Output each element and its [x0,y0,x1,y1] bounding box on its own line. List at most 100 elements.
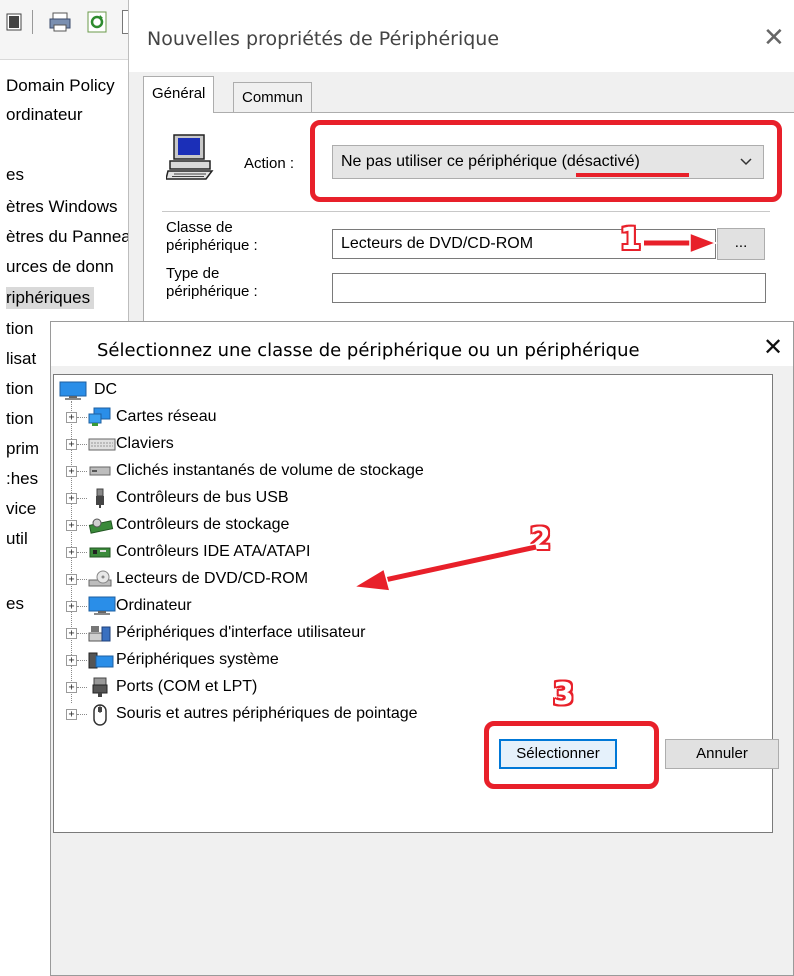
tree-connector [77,714,87,715]
usb-icon [88,488,112,508]
console-tree-item[interactable]: tion [6,408,33,430]
expand-icon[interactable]: + [66,439,77,450]
tree-item-label: Claviers [116,435,174,452]
refresh-icon[interactable] [86,10,108,34]
tree-item-label: Clichés instantanés de volume de stockag… [116,462,424,479]
hid-icon [88,623,112,643]
select-dialog-close-icon[interactable]: ✕ [763,336,783,360]
tree-item-label: Cartes réseau [116,408,217,425]
computer-icon [165,133,218,181]
expand-icon[interactable]: + [66,412,77,423]
console-tree-item[interactable]: es [6,164,24,186]
properties-close-icon[interactable]: ✕ [763,24,785,50]
tree-connector [77,417,87,418]
expand-icon[interactable]: + [66,655,77,666]
select-device-class-dialog: Sélectionnez une classe de périphérique … [50,321,794,976]
ide-controller-icon [88,542,112,562]
browse-class-button[interactable]: ... [717,228,765,260]
tree-item-usb-controllers[interactable]: + Contrôleurs de bus USB [66,486,546,510]
tree-item-mice-pointing-devices[interactable]: + Souris et autres périphériques de poin… [66,702,546,726]
tree-item-storage-controllers[interactable]: + Contrôleurs de stockage [66,513,546,537]
expand-icon[interactable]: + [66,520,77,531]
device-type-label: Type de périphérique : [166,265,258,300]
tree-item-label: Contrôleurs de bus USB [116,489,289,506]
tree-item-system-devices[interactable]: + Périphériques système [66,648,546,672]
annotation-highlight-select [484,721,659,789]
tree-item-network-adapters[interactable]: + Cartes réseau [66,405,546,429]
expand-icon[interactable]: + [66,493,77,504]
console-tree-item[interactable]: ètres du Panneau [6,226,140,248]
tab-common[interactable]: Commun [233,82,312,113]
console-tree-item-selected[interactable]: riphériques [6,287,95,309]
storage-volume-icon [88,461,112,481]
tree-item-human-interface-devices[interactable]: + Périphériques d'interface utilisateur [66,621,546,645]
tree-item-label: Périphériques d'interface utilisateur [116,624,366,641]
tree-item-ports-com-lpt[interactable]: + Ports (COM et LPT) [66,675,546,699]
expand-icon[interactable]: + [66,682,77,693]
system-devices-icon [88,650,114,670]
properties-titlebar: Nouvelles propriétés de Périphérique ✕ [129,0,794,72]
annotation-highlight-action [310,120,782,202]
tree-connector [77,633,87,634]
console-tree-item[interactable]: vice [6,498,36,520]
select-dialog-titlebar: Sélectionnez une classe de périphérique … [51,322,793,366]
storage-controller-icon [88,515,114,535]
keyboard-icon [88,434,116,454]
computer-icon [58,381,88,401]
annotation-arrow-icon [642,231,719,255]
tree-root-label: DC [94,381,118,398]
tree-connector [77,471,87,472]
tree-item-label: Lecteurs de DVD/CD-ROM [116,570,309,587]
device-type-field[interactable] [332,273,766,303]
device-class-label: Classe de périphérique : [166,219,258,254]
annotation-number-3: 3 [553,677,574,712]
tree-item-label: Périphériques système [116,651,279,668]
tree-connector [77,552,87,553]
tree-item-label: Contrôleurs de stockage [116,516,290,533]
select-dialog-title: Sélectionnez une classe de périphérique … [97,340,640,361]
printer-icon[interactable] [48,10,71,34]
tree-connector [77,498,87,499]
console-tree-item[interactable]: tion [6,318,33,340]
ports-icon [88,677,112,697]
annotation-arrow-icon [350,543,540,593]
tree-item-label: Ports (COM et LPT) [116,678,258,695]
tree-connector [77,606,87,607]
dvd-drive-icon [88,569,112,589]
computer-icon [88,596,116,616]
expand-icon[interactable]: + [66,574,77,585]
console-tree-item[interactable]: Domain Policy [6,75,115,97]
tree-item-label: Souris et autres périphériques de pointa… [116,705,418,722]
console-tree-item[interactable]: lisat [6,348,36,370]
expand-icon[interactable]: + [66,628,77,639]
expand-icon[interactable]: + [66,466,77,477]
tree-item-keyboards[interactable]: + Claviers [66,432,546,456]
console-tree-item[interactable]: urces de donn [6,256,114,278]
toolbar-view-icon[interactable] [4,10,26,34]
console-tree-item[interactable]: tion [6,378,33,400]
console-tree-item[interactable]: :hes [6,468,38,490]
mouse-icon [88,704,112,726]
tab-general[interactable]: Général [143,76,215,113]
expand-icon[interactable]: + [66,601,77,612]
console-tree-item[interactable]: ètres Windows [6,196,117,218]
tree-connector [77,660,87,661]
console-toolbar [0,0,140,60]
expand-icon[interactable]: + [66,709,77,720]
tree-item-label: Ordinateur [116,597,192,614]
console-tree-item[interactable]: ordinateur [6,104,83,126]
tree-connector [77,687,87,688]
network-adapter-icon [88,407,112,427]
console-tree-item[interactable]: prim [6,438,39,460]
cancel-button[interactable]: Annuler [665,739,779,769]
toolbar-divider [32,10,33,34]
console-tree-item[interactable]: es [6,593,24,615]
annotation-number-1: 1 [620,222,641,257]
tree-item-storage-volume-shadow-copies[interactable]: + Clichés instantanés de volume de stock… [66,459,546,483]
tree-connector [77,525,87,526]
properties-dialog-title: Nouvelles propriétés de Périphérique [147,28,500,50]
tree-connector [77,579,87,580]
tree-item-computer[interactable]: + Ordinateur [66,594,546,618]
console-tree-item[interactable]: util [6,528,28,550]
expand-icon[interactable]: + [66,547,77,558]
